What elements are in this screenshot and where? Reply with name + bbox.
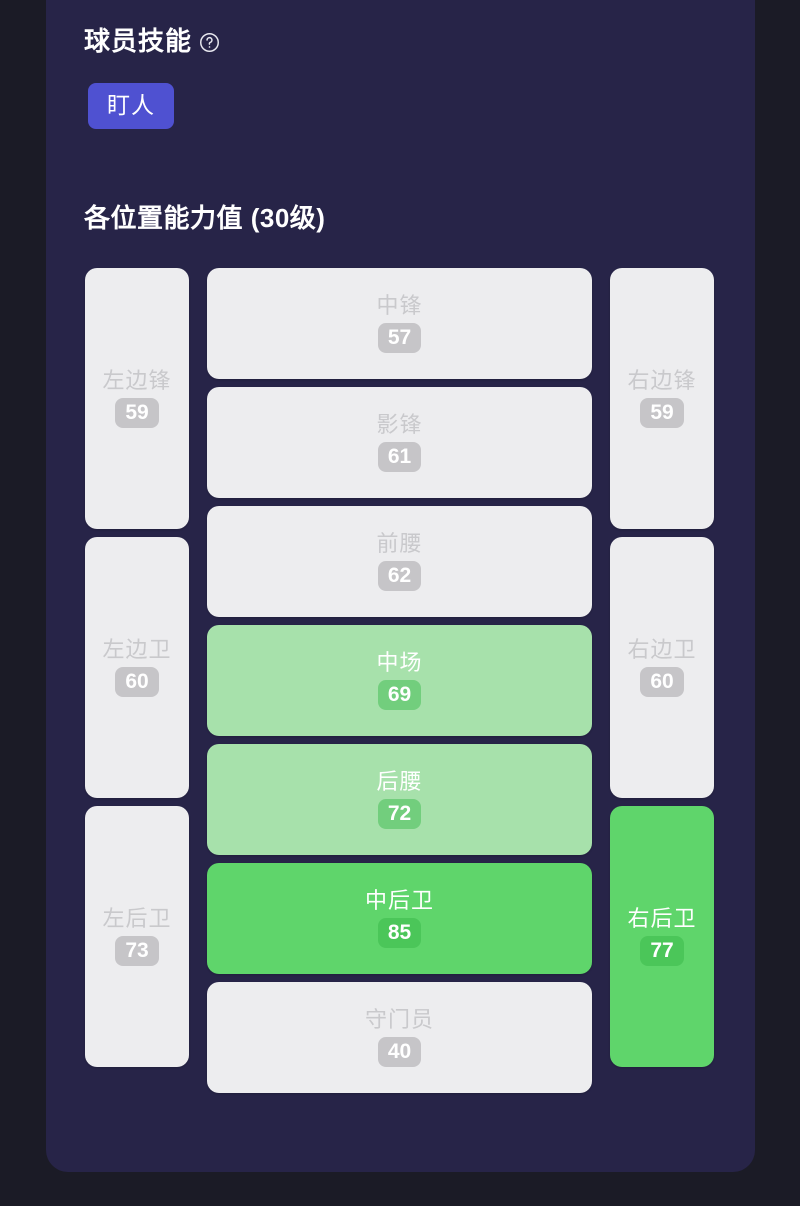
position-ratings-title: 各位置能力值 (30级) xyxy=(84,203,326,233)
position-rating: 59 xyxy=(115,398,159,429)
position-rating: 62 xyxy=(377,561,422,592)
position-card-second-striker[interactable]: 影锋 61 xyxy=(207,387,592,498)
question-mark-circle-icon[interactable] xyxy=(199,32,220,53)
position-card-right-back[interactable]: 右后卫 77 xyxy=(610,806,714,1067)
position-card-right-wing[interactable]: 右边锋 59 xyxy=(610,268,714,529)
position-label: 前腰 xyxy=(376,530,423,556)
position-label: 左后卫 xyxy=(102,905,172,931)
position-label: 右边锋 xyxy=(627,367,697,393)
position-card-left-back[interactable]: 左后卫 73 xyxy=(85,806,189,1067)
position-card-left-wing[interactable]: 左边锋 59 xyxy=(85,268,189,529)
position-ratings-grid: 左边锋 59 左边卫 60 左后卫 73 中锋 57 影锋 61 前腰 62 中… xyxy=(46,231,755,1093)
position-card-defensive-midfield[interactable]: 后腰 72 xyxy=(207,744,592,855)
skill-badge[interactable]: 盯人 xyxy=(88,83,174,129)
right-position-column: 右边锋 59 右边卫 60 右后卫 77 xyxy=(610,268,714,1093)
position-label: 左边锋 xyxy=(102,367,172,393)
position-label: 右后卫 xyxy=(627,905,697,931)
position-label: 守门员 xyxy=(364,1006,434,1032)
position-label: 中场 xyxy=(376,649,423,675)
position-rating: 73 xyxy=(115,936,159,967)
position-card-attacking-midfield[interactable]: 前腰 62 xyxy=(207,506,592,617)
position-rating: 60 xyxy=(115,667,159,698)
position-rating: 61 xyxy=(377,442,422,473)
position-card-center-back[interactable]: 中后卫 85 xyxy=(207,863,592,974)
position-label: 中锋 xyxy=(376,292,423,318)
screen-root: 球员技能 盯人 各位置能力值 (30级) 左边锋 59 左边卫 60 左后卫 7… xyxy=(0,0,800,1206)
position-rating: 59 xyxy=(640,398,684,429)
player-skills-header: 球员技能 xyxy=(46,0,755,54)
position-rating: 85 xyxy=(377,918,422,949)
position-label: 后腰 xyxy=(376,768,423,794)
position-label: 右边卫 xyxy=(627,636,697,662)
position-rating: 40 xyxy=(377,1037,422,1068)
position-rating: 60 xyxy=(640,667,684,698)
position-card-central-midfield[interactable]: 中场 69 xyxy=(207,625,592,736)
position-rating: 69 xyxy=(377,680,422,711)
position-card-right-midfield[interactable]: 右边卫 60 xyxy=(610,537,714,798)
position-card-striker[interactable]: 中锋 57 xyxy=(207,268,592,379)
position-card-goalkeeper[interactable]: 守门员 40 xyxy=(207,982,592,1093)
skill-badge-list: 盯人 xyxy=(46,54,755,129)
content-panel: 球员技能 盯人 各位置能力值 (30级) 左边锋 59 左边卫 60 左后卫 7… xyxy=(46,0,755,1172)
position-label: 左边卫 xyxy=(102,636,172,662)
position-label: 影锋 xyxy=(376,411,423,437)
center-position-column: 中锋 57 影锋 61 前腰 62 中场 69 后腰 72 中后卫 85 守门员… xyxy=(207,268,592,1093)
position-rating: 57 xyxy=(377,323,422,354)
position-card-left-midfield[interactable]: 左边卫 60 xyxy=(85,537,189,798)
position-label: 中后卫 xyxy=(364,887,434,913)
position-rating: 72 xyxy=(377,799,422,830)
page-title: 球员技能 xyxy=(84,26,193,56)
position-rating: 77 xyxy=(640,936,684,967)
left-position-column: 左边锋 59 左边卫 60 左后卫 73 xyxy=(85,268,189,1093)
